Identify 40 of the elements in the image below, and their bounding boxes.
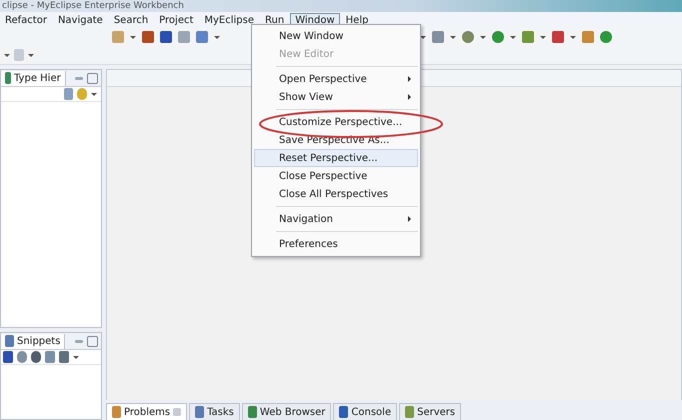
- view-tab[interactable]: Web Browser: [242, 403, 332, 420]
- maximize-icon[interactable]: [87, 336, 98, 347]
- caret-icon[interactable]: [4, 54, 10, 56]
- caret-icon[interactable]: [28, 54, 34, 56]
- caret-icon[interactable]: [480, 36, 486, 38]
- menu-item[interactable]: Reset Perspective...: [254, 149, 418, 167]
- minimize-icon[interactable]: [75, 76, 83, 80]
- menu-item[interactable]: Close All Perspectives: [254, 185, 418, 203]
- maximize-icon[interactable]: [87, 72, 98, 84]
- caret-icon[interactable]: [510, 36, 516, 38]
- caret-icon[interactable]: [214, 36, 220, 38]
- menu-item[interactable]: MyEclipse: [199, 12, 260, 28]
- submenu-arrow-icon: [408, 94, 411, 100]
- panel-tab[interactable]: Type Hier: [1, 70, 66, 86]
- menu-item[interactable]: Help: [340, 12, 374, 28]
- menu-item[interactable]: Preferences: [254, 235, 418, 253]
- caret-icon[interactable]: [91, 92, 97, 96]
- menu-item[interactable]: Refactor: [0, 12, 52, 28]
- caret-icon[interactable]: [130, 36, 136, 38]
- view-tab[interactable]: Tasks: [189, 403, 240, 420]
- menu-item[interactable]: Navigate: [52, 12, 108, 28]
- caret-icon[interactable]: [73, 356, 79, 359]
- menu-item[interactable]: Close Perspective: [254, 167, 418, 185]
- menu-item[interactable]: Customize Perspective...: [254, 113, 418, 131]
- menu-item[interactable]: Run: [260, 12, 290, 28]
- caret-icon[interactable]: [450, 36, 456, 38]
- window-title: clipse - MyEclipse Enterprise Workbench: [0, 0, 682, 12]
- view-tab[interactable]: Servers: [399, 403, 462, 420]
- view-tab[interactable]: Problems: [106, 403, 188, 420]
- caret-icon[interactable]: [570, 36, 576, 38]
- menu-item[interactable]: Search: [108, 12, 154, 28]
- submenu-arrow-icon: [408, 216, 411, 222]
- menu-item[interactable]: Navigation: [254, 210, 418, 228]
- menu-item[interactable]: Show View: [254, 88, 418, 106]
- view-tab[interactable]: Console: [333, 403, 398, 420]
- caret-icon[interactable]: [540, 36, 546, 38]
- submenu-arrow-icon: [408, 76, 411, 82]
- menu-item[interactable]: Project: [154, 12, 198, 28]
- panel-tab[interactable]: Snippets: [1, 334, 66, 349]
- minimize-icon[interactable]: [75, 340, 83, 343]
